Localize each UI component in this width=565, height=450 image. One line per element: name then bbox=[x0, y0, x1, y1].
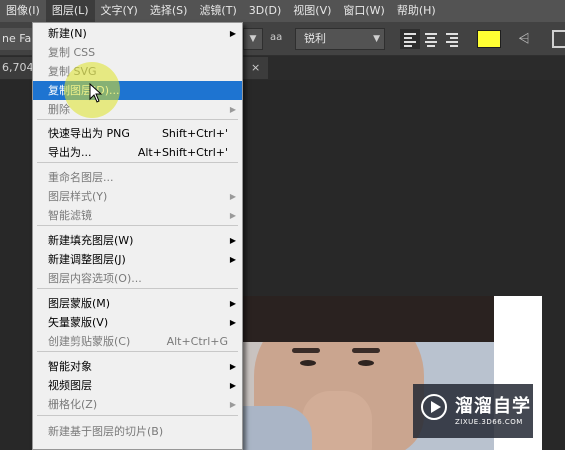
antialias-value: 锐利 bbox=[304, 32, 326, 45]
hand bbox=[302, 391, 372, 450]
submenu-arrow-icon: ▶ bbox=[229, 255, 236, 264]
menubar-item[interactable]: 选择(S) bbox=[144, 0, 194, 22]
submenu-arrow-icon: ▶ bbox=[229, 105, 236, 114]
menu-item-label: 智能对象 bbox=[48, 360, 92, 373]
menu-item-label: 图层内容选项(O)... bbox=[48, 272, 142, 285]
menu-item[interactable]: 图层蒙版(M) ▶ bbox=[33, 294, 242, 313]
menubar-item[interactable]: 文字(Y) bbox=[95, 0, 144, 22]
submenu-arrow-icon: ▶ bbox=[229, 362, 236, 371]
menu-item-label: 智能滤镜 bbox=[48, 209, 92, 222]
brow-right bbox=[352, 348, 380, 353]
close-icon[interactable]: × bbox=[251, 61, 260, 74]
menu-item[interactable]: 视频图层 ▶ bbox=[33, 376, 242, 395]
menu-item[interactable]: 新建(N) ▶ bbox=[33, 24, 242, 43]
menu-item: 栅格化(Z) ▶ bbox=[33, 395, 242, 414]
align-center-button[interactable] bbox=[421, 29, 441, 49]
align-left-button[interactable] bbox=[400, 29, 420, 49]
play-logo-icon bbox=[421, 394, 447, 420]
menubar-item[interactable]: 3D(D) bbox=[243, 0, 288, 22]
antialias-icon: aa bbox=[270, 32, 283, 43]
document-tab-2[interactable]: × bbox=[240, 57, 268, 79]
watermark: 溜溜自学 ZIXUE.3D66.COM bbox=[413, 384, 533, 438]
menu-item: 创建剪贴蒙版(C) Alt+Ctrl+G bbox=[33, 332, 242, 351]
menu-item[interactable]: 智能对象 ▶ bbox=[33, 357, 242, 376]
watermark-title: 溜溜自学 bbox=[455, 396, 531, 417]
watermark-url: ZIXUE.3D66.COM bbox=[455, 418, 523, 426]
menu-item-label: 栅格化(Z) bbox=[48, 398, 98, 411]
menu-item-label: 快速导出为 PNG bbox=[48, 127, 130, 140]
font-size-dropdown[interactable]: ▼ bbox=[243, 28, 263, 50]
menu-item-shortcut: Alt+Ctrl+G bbox=[166, 335, 228, 348]
text-color-swatch[interactable] bbox=[477, 30, 501, 48]
menu-item-label: 新建调整图层(J) bbox=[48, 253, 126, 266]
eye-left bbox=[300, 360, 316, 366]
mouse-cursor-icon bbox=[89, 83, 103, 103]
menu-item: 复制 CSS bbox=[33, 43, 242, 62]
menubar-item[interactable]: 视图(V) bbox=[287, 0, 337, 22]
chevron-down-icon: ▼ bbox=[373, 34, 380, 44]
menu-separator bbox=[37, 225, 238, 226]
menu-item-label: 新建(N) bbox=[48, 27, 87, 40]
menu-item[interactable]: 新建调整图层(J) ▶ bbox=[33, 250, 242, 269]
submenu-arrow-icon: ▶ bbox=[229, 192, 236, 201]
menu-item-label: 删除 bbox=[48, 103, 70, 116]
menubar-item[interactable]: 帮助(H) bbox=[391, 0, 442, 22]
menu-item[interactable]: 导出为... Alt+Shift+Ctrl+' bbox=[33, 143, 242, 162]
menu-separator bbox=[37, 162, 238, 163]
menu-item: 新建基于图层的切片(B) bbox=[33, 422, 242, 441]
menu-item: 图层样式(Y) ▶ bbox=[33, 187, 242, 206]
menu-item-label: 视频图层 bbox=[48, 379, 92, 392]
submenu-arrow-icon: ▶ bbox=[229, 211, 236, 220]
submenu-arrow-icon: ▶ bbox=[229, 299, 236, 308]
menu-item: 智能滤镜 ▶ bbox=[33, 206, 242, 225]
menu-item[interactable]: 快速导出为 PNG Shift+Ctrl+' bbox=[33, 124, 242, 143]
submenu-arrow-icon: ▶ bbox=[229, 236, 236, 245]
menu-item-label: 创建剪贴蒙版(C) bbox=[48, 335, 131, 348]
align-right-button[interactable] bbox=[442, 29, 462, 49]
menubar: 图像(I) 图层(L) 文字(Y) 选择(S) 滤镜(T) 3D(D) 视图(V) 窗口(W)… bbox=[0, 0, 565, 22]
warp-text-icon[interactable]: ⩤ bbox=[514, 29, 534, 49]
menu-separator bbox=[37, 351, 238, 352]
menu-item-label: 新建基于图层的切片(B) bbox=[48, 425, 164, 438]
menu-separator bbox=[37, 288, 238, 289]
antialias-select[interactable]: 锐利 ▼ bbox=[295, 28, 385, 50]
menu-item: 图层内容选项(O)... bbox=[33, 269, 242, 288]
menu-item: 删除 ▶ bbox=[33, 100, 242, 119]
submenu-arrow-icon: ▶ bbox=[229, 400, 236, 409]
menubar-item[interactable]: 窗口(W) bbox=[337, 0, 390, 22]
menu-item-shortcut: Shift+Ctrl+' bbox=[161, 127, 228, 140]
menubar-item[interactable]: 图像(I) bbox=[0, 0, 46, 22]
menu-item-shortcut: Alt+Shift+Ctrl+' bbox=[137, 146, 228, 159]
brow-left bbox=[292, 348, 320, 353]
sleeve bbox=[242, 406, 312, 450]
menu-item: 重命名图层... bbox=[33, 168, 242, 187]
submenu-arrow-icon: ▶ bbox=[229, 318, 236, 327]
character-panel-icon[interactable] bbox=[552, 30, 565, 48]
eye-right bbox=[358, 360, 374, 366]
menu-item-label: 重命名图层... bbox=[48, 171, 114, 184]
menu-item-label: 矢量蒙版(V) bbox=[48, 316, 109, 329]
menu-separator bbox=[37, 415, 238, 416]
menu-item-label: 导出为... bbox=[48, 146, 92, 159]
menu-item[interactable]: 矢量蒙版(V) ▶ bbox=[33, 313, 242, 332]
menu-item[interactable]: 新建填充图层(W) ▶ bbox=[33, 231, 242, 250]
menu-item-label: 复制 CSS bbox=[48, 46, 96, 59]
document-tab[interactable]: 6,704 bbox=[0, 57, 32, 79]
submenu-arrow-icon: ▶ bbox=[229, 29, 236, 38]
menu-item-label: 新建填充图层(W) bbox=[48, 234, 134, 247]
menu-item-label: 图层样式(Y) bbox=[48, 190, 108, 203]
hair bbox=[242, 296, 494, 342]
menu-item: 复制 SVG bbox=[33, 62, 242, 81]
menubar-item[interactable]: 图层(L) bbox=[45, 0, 95, 22]
menu-separator bbox=[37, 119, 238, 120]
submenu-arrow-icon: ▶ bbox=[229, 381, 236, 390]
menu-item-label: 图层蒙版(M) bbox=[48, 297, 111, 310]
menubar-item[interactable]: 滤镜(T) bbox=[193, 0, 242, 22]
